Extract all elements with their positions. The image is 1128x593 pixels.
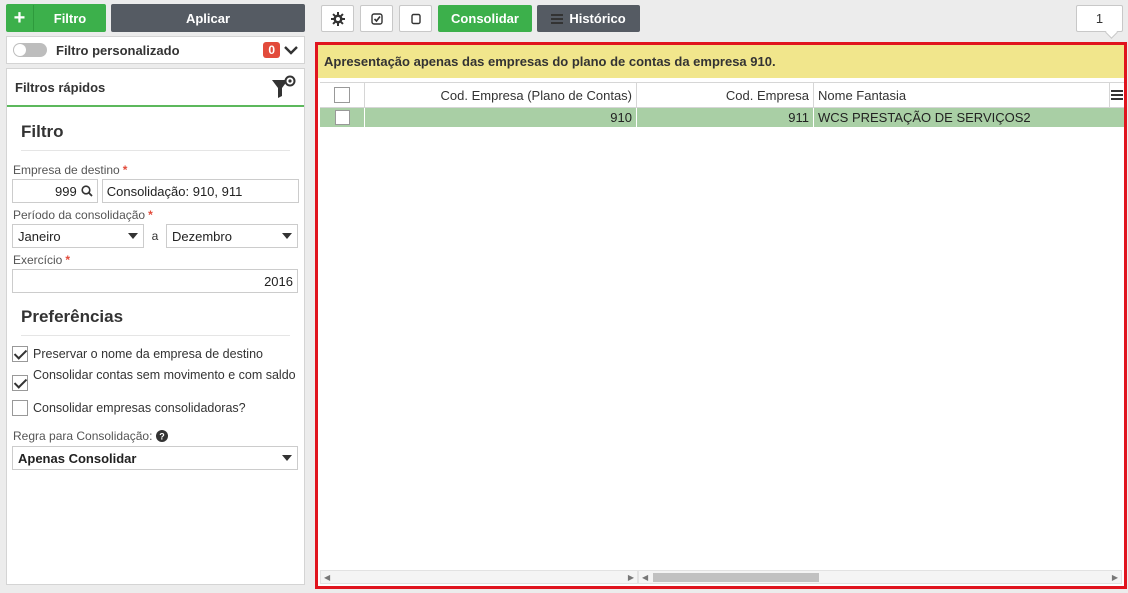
cell-company-code: 911 (637, 108, 814, 127)
settings-button[interactable] (321, 5, 354, 32)
header-select-all-checkbox[interactable] (334, 87, 350, 103)
custom-filter-label: Filtro personalizado (56, 42, 180, 58)
period-to-select[interactable]: Dezembro (166, 224, 298, 248)
chevron-down-icon (282, 233, 292, 239)
period-separator: a (151, 229, 159, 243)
pref-consolidate-accounts-label: Consolidar contas sem movimento e com sa… (33, 368, 296, 382)
target-company-name-input[interactable]: Consolidação: 910, 911 (101, 179, 299, 203)
scrollbar-thumb[interactable] (653, 573, 819, 582)
quick-filters-header: Filtros rápidos (7, 69, 304, 107)
square-icon (410, 13, 421, 24)
grid-notice: Apresentação apenas das empresas do plan… (318, 45, 1124, 78)
help-icon[interactable]: ? (156, 430, 169, 442)
pref-consolidate-companies-checkbox[interactable] (12, 400, 28, 416)
scroll-left-icon[interactable]: ◀ (324, 573, 330, 582)
column-header-company-code[interactable]: Cod. Empresa (637, 83, 814, 107)
header-select-all-cell (320, 83, 365, 107)
column-header-name[interactable]: Nome Fantasia (814, 83, 1110, 107)
target-company-label: Empresa de destino * (13, 163, 128, 177)
quick-filters-panel: Filtros rápidos Filtro Empresa de destin… (6, 68, 305, 585)
rule-value: Apenas Consolidar (18, 450, 137, 466)
pref-preserve-name-checkbox[interactable] (12, 346, 28, 362)
history-label: Histórico (569, 11, 626, 26)
grid-header: Cod. Empresa (Plano de Contas) Cod. Empr… (320, 82, 1124, 108)
row-checkbox[interactable] (334, 110, 350, 125)
pref-consolidate-companies-row[interactable]: Consolidar empresas consolidadoras? (12, 400, 299, 416)
pref-consolidate-companies-label: Consolidar empresas consolidadoras? (33, 401, 246, 415)
history-button[interactable]: Histórico (537, 5, 640, 32)
pref-preserve-name-label: Preservar o nome da empresa de destino (33, 347, 263, 361)
chevron-down-icon (128, 233, 138, 239)
gear-icon (330, 11, 345, 26)
page-number-box[interactable]: 1 (1076, 5, 1123, 32)
search-icon[interactable] (81, 185, 93, 197)
scroll-right-icon[interactable]: ▶ (628, 573, 634, 582)
custom-filter-count-badge: 0 (263, 42, 280, 58)
add-filter-button[interactable]: + Filtro (6, 4, 106, 32)
scroll-left-icon[interactable]: ◀ (642, 573, 648, 582)
table-row[interactable]: 910 911 WCS PRESTAÇÃO DE SERVIÇOS2 (320, 108, 1124, 127)
add-filter-label: Filtro (53, 10, 87, 26)
period-from-value: Janeiro (18, 228, 61, 244)
svg-text:?: ? (160, 432, 166, 442)
scrollbar-right-pane[interactable]: ◀ ▶ (638, 570, 1122, 584)
select-all-button[interactable] (360, 5, 393, 32)
rule-select[interactable]: Apenas Consolidar (12, 446, 298, 470)
period-from-select[interactable]: Janeiro (12, 224, 144, 248)
check-square-icon (370, 12, 383, 25)
list-icon (1111, 88, 1123, 102)
apply-button[interactable]: Aplicar (111, 4, 305, 32)
exercise-input[interactable]: 2016 (12, 269, 298, 293)
plus-icon: + (6, 5, 34, 31)
pref-preserve-name-row[interactable]: Preservar o nome da empresa de destino (12, 346, 299, 362)
filter-gear-icon[interactable] (270, 74, 296, 100)
custom-filter-panel: Filtro personalizado 0 (6, 36, 305, 64)
pref-consolidate-accounts-checkbox[interactable] (12, 375, 28, 391)
period-to-value: Dezembro (172, 228, 232, 244)
preferences-section-title: Preferências (21, 307, 290, 336)
horizontal-scrollbar[interactable]: ◀ ▶ ◀ ▶ (320, 570, 1122, 584)
exercise-label: Exercício * (13, 253, 71, 267)
companies-grid-panel: Apresentação apenas das empresas do plan… (315, 42, 1127, 589)
quick-filters-title: Filtros rápidos (15, 79, 106, 95)
chevron-down-icon[interactable] (284, 45, 298, 55)
scrollbar-left-pane[interactable]: ◀ ▶ (320, 570, 638, 584)
target-company-code: 999 (55, 183, 77, 199)
pref-consolidate-accounts-row[interactable]: Consolidar contas sem movimento e com sa… (12, 369, 299, 391)
row-select-cell (320, 108, 365, 127)
chevron-down-icon (282, 455, 292, 461)
column-menu-button[interactable] (1110, 83, 1124, 107)
list-icon (551, 12, 564, 26)
clear-selection-button[interactable] (399, 5, 432, 32)
cell-name: WCS PRESTAÇÃO DE SERVIÇOS2 (818, 110, 1031, 125)
filter-sidebar: + Filtro Aplicar Filtro personalizado 0 … (0, 0, 310, 593)
cell-plan-code: 910 (365, 108, 637, 127)
filter-section-title: Filtro (21, 122, 290, 151)
custom-filter-toggle[interactable] (13, 43, 47, 57)
companies-grid: Cod. Empresa (Plano de Contas) Cod. Empr… (320, 82, 1124, 127)
period-label: Período da consolidação * (13, 208, 153, 222)
column-header-plan-code[interactable]: Cod. Empresa (Plano de Contas) (365, 83, 637, 107)
consolidate-button[interactable]: Consolidar (438, 5, 532, 32)
target-company-code-input[interactable]: 999 (12, 179, 98, 203)
rule-label: Regra para Consolidação: ? (13, 429, 298, 443)
scroll-right-icon[interactable]: ▶ (1112, 573, 1118, 582)
